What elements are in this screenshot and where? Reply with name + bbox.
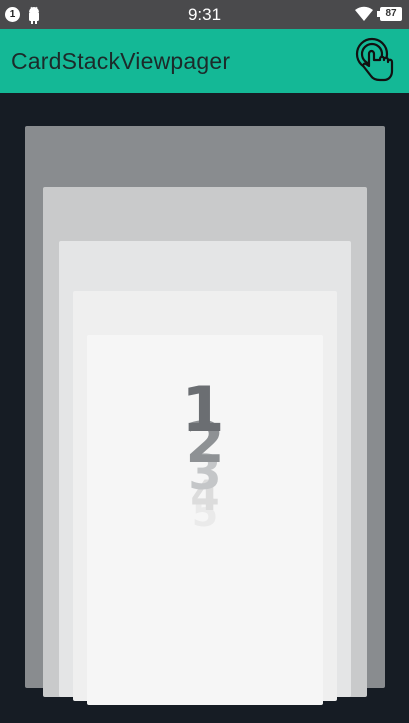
status-time: 9:31 xyxy=(187,5,222,24)
wifi-icon xyxy=(355,6,373,22)
battery-indicator: 87 xyxy=(377,7,402,21)
app-title: CardStackViewpager xyxy=(11,48,231,74)
app-bar: CardStackViewpager xyxy=(0,29,409,93)
status-bar: 1 9:31 87 xyxy=(0,0,409,29)
touch-gesture-icon[interactable] xyxy=(354,36,398,84)
card-stack-viewpager[interactable]: 5 4 3 2 1 xyxy=(0,93,409,723)
card-number-1: 1 xyxy=(181,373,225,446)
